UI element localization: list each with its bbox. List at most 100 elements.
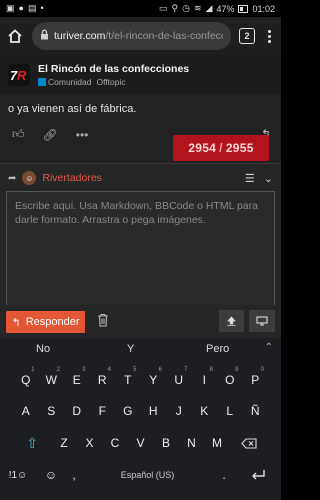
key-g[interactable]: G xyxy=(115,401,141,421)
lock-icon xyxy=(40,27,49,45)
status-bar: ▣ ● ▤ • ▭ ⚲ ◷ ≋ ◢ 47% 01:02 xyxy=(0,0,281,17)
key-o[interactable]: O9 xyxy=(217,367,243,390)
key-y[interactable]: Y6 xyxy=(141,367,167,390)
topic-title[interactable]: El Rincón de las confecciones xyxy=(38,63,189,75)
topic-progress[interactable]: 2954/2955 xyxy=(173,135,269,161)
key-c[interactable]: C xyxy=(102,433,128,453)
comma-key[interactable]: , xyxy=(66,465,82,485)
key-s[interactable]: S xyxy=(39,401,65,421)
battery-icon xyxy=(238,4,249,13)
address-bar[interactable]: turiver.com/t/el-rincon-de-las-confecc xyxy=(32,22,231,50)
editor-placeholder: Escribe aquí. Usa Markdown, BBCode o HTM… xyxy=(15,200,258,226)
sim-icon: ▭ xyxy=(159,3,168,13)
svg-text:R: R xyxy=(17,68,27,83)
reply-icon[interactable]: ➦ xyxy=(8,173,16,184)
reply-to-username[interactable]: Rivertadores xyxy=(42,172,102,184)
progress-total: 2955 xyxy=(225,141,254,155)
key-f[interactable]: F xyxy=(90,401,116,421)
tab-switcher-button[interactable]: 2 xyxy=(239,28,255,44)
upload-button[interactable] xyxy=(219,310,244,332)
composer-tools: ☰ ⌄ xyxy=(245,172,273,185)
key-q[interactable]: Q1 xyxy=(13,367,39,390)
toolbar-toggle-icon[interactable]: ☰ xyxy=(245,172,255,185)
suggestion-1[interactable]: No xyxy=(36,343,50,355)
key-w[interactable]: W2 xyxy=(39,367,65,390)
url-text: turiver.com/t/el-rincon-de-las-confecc xyxy=(54,30,223,42)
emoji-key-icon[interactable]: ☺ xyxy=(36,465,66,485)
key-p[interactable]: P0 xyxy=(243,367,269,390)
keyboard-row-1: Q1 W2 E3 R4 T5 Y6 U7 I8 O9 P0 xyxy=(0,367,281,390)
key-n-tilde[interactable]: Ñ xyxy=(243,401,269,421)
key-u[interactable]: U7 xyxy=(166,367,192,390)
symbols-key[interactable]: !1☺ xyxy=(0,465,36,485)
period-key[interactable]: . xyxy=(213,465,235,485)
like-icon[interactable]: 👍︎ xyxy=(12,127,25,142)
key-l[interactable]: L xyxy=(217,401,243,421)
browser-menu-icon[interactable] xyxy=(263,29,275,43)
progress-current: 2954 xyxy=(188,141,217,155)
key-z[interactable]: Z xyxy=(51,433,77,453)
suggestion-3[interactable]: Pero xyxy=(206,343,229,355)
key-i[interactable]: I8 xyxy=(192,367,218,390)
category-badge[interactable]: Comunidad xyxy=(38,77,91,87)
subcategory-badge[interactable]: Offtopic xyxy=(96,77,125,87)
link-icon[interactable]: 🔗︎ xyxy=(43,128,58,142)
key-a[interactable]: A xyxy=(13,401,39,421)
site-logo[interactable]: 7 R xyxy=(8,64,30,86)
alarm-icon: ◷ xyxy=(182,3,190,13)
key-d[interactable]: D xyxy=(64,401,90,421)
key-h[interactable]: H xyxy=(141,401,167,421)
key-e[interactable]: E3 xyxy=(64,367,90,390)
key-t[interactable]: T5 xyxy=(115,367,141,390)
browser-toolbar: turiver.com/t/el-rincon-de-las-confecc 2 xyxy=(0,17,281,55)
suggestion-bar: No Y Pero ⌃ xyxy=(0,338,281,360)
key-r[interactable]: R4 xyxy=(90,367,116,390)
post-text-cut xyxy=(8,96,278,102)
preview-toggle-button[interactable] xyxy=(249,310,275,332)
composer-footer: ↰ Responder xyxy=(0,305,281,338)
forum-header: 7 R El Rincón de las confecciones Comuni… xyxy=(0,55,281,95)
reply-button-label: Responder xyxy=(25,316,80,328)
messages-icon: ▣ xyxy=(6,3,15,13)
space-key[interactable]: Español (US) xyxy=(82,465,213,485)
topic-categories: Comunidad Offtopic xyxy=(38,77,189,87)
notification-icon: ● xyxy=(18,3,24,13)
key-j[interactable]: J xyxy=(166,401,192,421)
post-body: o ya vienen así de fábrica. xyxy=(8,96,278,116)
wifi-icon: ≋ xyxy=(193,3,202,13)
expand-suggestions-icon[interactable]: ⌃ xyxy=(265,342,273,353)
keyboard-row-4: !1☺ ☺ , Español (US) . xyxy=(0,465,281,485)
key-x[interactable]: X xyxy=(77,433,103,453)
key-n[interactable]: N xyxy=(179,433,205,453)
reply-button-icon: ↰ xyxy=(11,316,21,329)
key-v[interactable]: V xyxy=(128,433,154,453)
suggestion-2[interactable]: Y xyxy=(127,343,134,355)
key-k[interactable]: K xyxy=(192,401,218,421)
battery-percent: 47% xyxy=(216,3,235,14)
post-actions: 👍︎ 🔗︎ ••• xyxy=(12,127,88,142)
topic-info: El Rincón de las confecciones Comunidad … xyxy=(38,63,189,87)
location-icon: ⚲ xyxy=(171,3,179,13)
reply-button[interactable]: ↰ Responder xyxy=(6,311,85,333)
gallery-icon: ▤ xyxy=(27,3,37,13)
trash-icon[interactable] xyxy=(97,313,109,330)
avatar: ☺ xyxy=(22,171,37,185)
more-icon[interactable]: ••• xyxy=(76,128,89,142)
key-m[interactable]: M xyxy=(204,433,230,453)
enter-key-icon[interactable] xyxy=(235,465,281,485)
backspace-key-icon[interactable] xyxy=(230,433,268,453)
collapse-chevron-icon[interactable]: ⌄ xyxy=(264,172,273,185)
home-icon[interactable] xyxy=(6,27,24,45)
signal-icon: ◢ xyxy=(205,3,213,13)
clock: 01:02 xyxy=(252,3,275,14)
status-left: ▣ ● ▤ • xyxy=(6,4,44,13)
keyboard-row-2: A S D F G H J K L Ñ xyxy=(0,401,281,421)
status-right: ▭ ⚲ ◷ ≋ ◢ 47% 01:02 xyxy=(159,4,275,14)
post-text-line: o ya vienen así de fábrica. xyxy=(8,103,137,115)
key-b[interactable]: B xyxy=(153,433,179,453)
more-notifications-icon: • xyxy=(40,3,44,13)
post-area: o ya vienen así de fábrica. 👍︎ 🔗︎ ••• ↰ … xyxy=(0,95,281,163)
keyboard-row-3: ⇧ Z X C V B N M xyxy=(0,433,281,453)
shift-key-icon[interactable]: ⇧ xyxy=(13,433,51,453)
composer-header: ➦ ☺ Rivertadores ☰ ⌄ xyxy=(0,167,281,189)
